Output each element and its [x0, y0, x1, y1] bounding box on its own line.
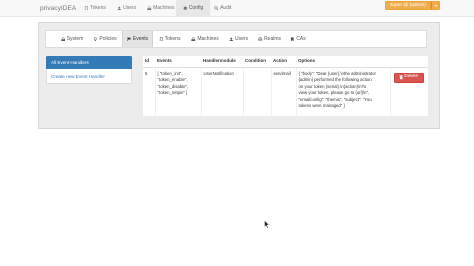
- nav-item-label: Audit: [220, 5, 232, 11]
- sidebar-item-label: All Event Handlers: [51, 60, 89, 65]
- table-row[interactable]: 5 [ "token_init", "token_enable", "token…: [143, 67, 428, 116]
- config-panel: System Policies Events Tokens Machines U…: [38, 22, 440, 129]
- lightbulb-icon: [94, 36, 98, 41]
- tab-label: System: [66, 36, 84, 42]
- user-icon: [117, 6, 122, 11]
- column-header-condition: Condition: [243, 56, 271, 68]
- sidebar-item-all-event-handlers[interactable]: All Event Handlers: [46, 56, 132, 69]
- tab-system[interactable]: System: [56, 31, 88, 47]
- cell-action: sendmail: [270, 67, 296, 116]
- column-header-events: Events: [155, 56, 201, 68]
- caret-down-icon: [434, 4, 437, 7]
- nav-item-audit[interactable]: Audit: [210, 0, 236, 16]
- tab-label: Machines: [197, 36, 219, 42]
- nav-item-label: Machines: [153, 5, 175, 11]
- tab-label: Users: [235, 36, 249, 42]
- cell-delete: Delete: [389, 67, 428, 116]
- nav-item-label: Users: [123, 5, 137, 11]
- column-header-options: Options: [296, 56, 390, 68]
- table-header-row: Id Events Handlermodule Condition Action…: [143, 56, 428, 68]
- event-sidebar: All Event Handlers Create new Event Hand…: [46, 56, 132, 84]
- event-line: "token_setpin" ]: [157, 90, 188, 95]
- delete-button[interactable]: Delete: [393, 72, 424, 83]
- hdd-icon: [147, 6, 152, 10]
- user-menu-button[interactable]: super @ (admin): [385, 1, 431, 10]
- user-menu-dropdown-toggle[interactable]: [431, 1, 440, 10]
- config-tab-bar: System Policies Events Tokens Machines U…: [45, 30, 427, 48]
- mouse-pointer-icon: [264, 220, 270, 229]
- cell-condition: [242, 67, 271, 116]
- globe-icon: [258, 36, 263, 42]
- tab-label: Events: [132, 36, 149, 42]
- cell-events: [ "token_init", "token_enable", "token_d…: [154, 67, 201, 116]
- trash-icon: [399, 75, 403, 80]
- search-icon: [214, 6, 219, 11]
- brand-name[interactable]: privacyIDEA: [40, 4, 76, 13]
- tab-events[interactable]: Events: [122, 31, 153, 47]
- hdd-icon: [191, 37, 196, 41]
- column-header-handlermodule: Handlermodule: [201, 56, 243, 68]
- user-icon: [229, 37, 233, 42]
- nav-item-machines[interactable]: Machines: [143, 0, 179, 16]
- tab-machines[interactable]: Machines: [186, 31, 224, 47]
- user-menu-label: super @ (admin): [390, 3, 426, 8]
- cell-handlermodule: UserNotification: [200, 67, 243, 116]
- nav-item-config[interactable]: Config: [176, 0, 210, 16]
- tab-label: Policies: [99, 36, 117, 42]
- top-navbar: privacyIDEA Tokens Users Machines Config…: [0, 0, 474, 17]
- tab-label: Tokens: [164, 36, 181, 42]
- hdd-icon: [60, 37, 65, 41]
- tab-label: Realms: [264, 36, 282, 42]
- options-line: tokens were managed" }: [298, 103, 345, 108]
- nav-item-users[interactable]: Users: [113, 0, 140, 16]
- delete-button-label: Delete: [404, 74, 419, 80]
- tab-policies[interactable]: Policies: [89, 31, 121, 47]
- column-header-id: Id: [143, 56, 155, 68]
- column-header-action: Action: [271, 56, 296, 68]
- cog-icon: [183, 6, 187, 10]
- tab-label: CAs: [296, 36, 306, 42]
- tab-tokens[interactable]: Tokens: [154, 31, 185, 47]
- event-handler-table: Id Events Handlermodule Condition Action…: [143, 56, 428, 116]
- tablet-icon: [84, 5, 88, 11]
- sidebar-item-create-event-handler[interactable]: Create new Event Handler: [46, 69, 132, 84]
- nav-item-label: Config: [188, 5, 204, 11]
- tab-realms[interactable]: Realms: [253, 31, 286, 47]
- cell-id[interactable]: 5: [143, 67, 155, 116]
- bookmark-icon: [291, 37, 294, 41]
- tab-users[interactable]: Users: [225, 31, 252, 47]
- cell-options: { "body": "Dear {user},\nthe administrat…: [295, 67, 390, 116]
- nav-item-tokens[interactable]: Tokens: [80, 0, 110, 16]
- nav-item-label: Tokens: [90, 5, 106, 11]
- column-header-delete: [390, 56, 428, 68]
- tab-cas[interactable]: CAs: [287, 31, 309, 47]
- flag-icon: [127, 37, 131, 42]
- tablet-icon: [159, 36, 163, 42]
- sidebar-item-label: Create new Event Handler: [51, 73, 105, 79]
